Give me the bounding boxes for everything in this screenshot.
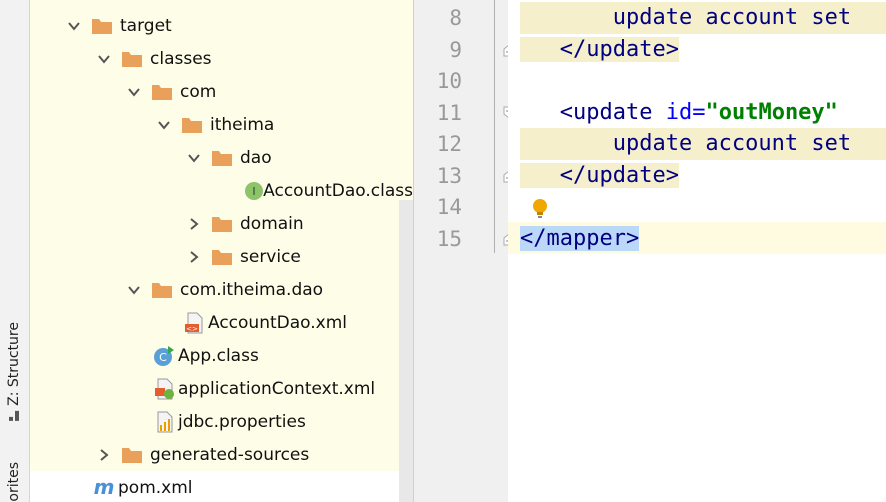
favorites-tool-tab[interactable]: orites xyxy=(3,462,25,502)
chevron-right-icon[interactable] xyxy=(187,250,201,264)
tree-item-accountdao-xml[interactable]: <> AccountDao.xml xyxy=(30,306,413,339)
class-icon: C xyxy=(153,345,175,367)
svg-text:m: m xyxy=(94,477,115,499)
folder-icon xyxy=(211,248,233,266)
tree-item-label: service xyxy=(240,246,301,267)
code-editor[interactable]: update account set </update> <update id=… xyxy=(508,0,886,502)
code-text: </mapper> xyxy=(520,226,640,251)
line-number: 12 xyxy=(436,132,462,156)
tree-item-dao[interactable]: dao xyxy=(30,141,413,174)
tree-item-com-itheima-dao[interactable]: com.itheima.dao xyxy=(30,273,413,306)
tree-scrollbar[interactable] xyxy=(399,200,413,502)
tree-item-applicationcontext-xml[interactable]: applicationContext.xml xyxy=(30,372,413,405)
code-line-15: </mapper> xyxy=(520,223,640,255)
interface-icon: I xyxy=(243,180,263,202)
code-string: "outMoney" xyxy=(705,100,838,125)
svg-text:C: C xyxy=(159,351,167,364)
tree-item-label: classes xyxy=(150,48,212,69)
code-line-13: </update> xyxy=(520,160,679,192)
folder-icon xyxy=(121,446,143,464)
maven-icon: m xyxy=(93,477,115,499)
chevron-down-icon[interactable] xyxy=(187,151,201,165)
code-text: </update> xyxy=(559,37,679,62)
code-line-9: </update> xyxy=(520,34,679,66)
tree-item-label: dao xyxy=(240,147,272,168)
structure-tab-label: Z: Structure xyxy=(6,322,22,406)
gutter-divider xyxy=(494,0,495,253)
code-line-8: update account set xyxy=(520,2,886,34)
properties-file-icon xyxy=(153,411,175,433)
spring-xml-file-icon xyxy=(153,378,175,400)
tree-item-label: generated-sources xyxy=(150,444,310,465)
favorites-tab-label: orites xyxy=(6,462,22,502)
code-text: update account set xyxy=(612,131,852,156)
folder-icon xyxy=(91,17,113,35)
chevron-right-icon[interactable] xyxy=(187,217,201,231)
tree-item-classes[interactable]: classes xyxy=(30,42,413,75)
tree-item-label: itheima xyxy=(210,114,275,135)
tree-item-label: AccountDao.xml xyxy=(208,312,347,333)
tree-item-jdbc-properties[interactable]: jdbc.properties xyxy=(30,405,413,438)
code-line-12: update account set xyxy=(520,128,886,160)
chevron-down-icon[interactable] xyxy=(127,85,141,99)
tree-item-label: com.itheima.dao xyxy=(180,279,324,300)
chevron-down-icon[interactable] xyxy=(67,19,81,33)
code-text: </update> xyxy=(559,163,679,188)
chevron-right-icon[interactable] xyxy=(97,448,111,462)
folder-icon xyxy=(211,149,233,167)
structure-icon xyxy=(8,410,20,422)
code-attr: id= xyxy=(665,100,706,125)
line-number: 9 xyxy=(449,38,462,62)
code-line-11: <update id="outMoney" xyxy=(520,97,838,129)
tree-item-accountdao-class[interactable]: I AccountDao.class xyxy=(30,174,413,207)
tree-item-generated-sources[interactable]: generated-sources xyxy=(30,438,413,471)
tree-item-app-class[interactable]: C App.class xyxy=(30,339,413,372)
svg-text:<>: <> xyxy=(186,325,198,333)
line-number: 15 xyxy=(436,227,462,251)
tool-window-strip: Z: Structure orites xyxy=(0,0,30,502)
svg-text:I: I xyxy=(252,185,255,198)
folder-icon xyxy=(211,215,233,233)
folder-icon xyxy=(121,50,143,68)
line-number: 14 xyxy=(436,195,462,219)
folder-icon xyxy=(151,281,173,299)
tree-item-label: com xyxy=(180,81,217,102)
tree-item-label: AccountDao.class xyxy=(263,180,413,201)
line-number: 8 xyxy=(449,6,462,30)
folder-icon xyxy=(151,83,173,101)
xml-file-icon: <> xyxy=(183,312,205,334)
tree-item-service[interactable]: service xyxy=(30,240,413,273)
chevron-down-icon[interactable] xyxy=(157,118,171,132)
code-text: <update xyxy=(559,100,666,125)
tree-item-label: App.class xyxy=(178,345,259,366)
tree-item-label: target xyxy=(120,15,172,36)
tree-item-domain[interactable]: domain xyxy=(30,207,413,240)
code-text: update account set xyxy=(612,5,852,30)
lightbulb-icon[interactable] xyxy=(531,198,549,220)
tree-item-target[interactable]: target xyxy=(30,9,413,42)
structure-tool-tab[interactable]: Z: Structure xyxy=(3,322,25,422)
tree-item-label: applicationContext.xml xyxy=(178,378,376,399)
tree-item-itheima[interactable]: itheima xyxy=(30,108,413,141)
chevron-down-icon[interactable] xyxy=(97,52,111,66)
tree-item-label: domain xyxy=(240,213,304,234)
project-tree: target classes com itheima dao I Account… xyxy=(30,0,413,502)
tree-item-label: jdbc.properties xyxy=(178,411,306,432)
tree-item-com[interactable]: com xyxy=(30,75,413,108)
line-number: 13 xyxy=(436,164,462,188)
editor-gutter: 8 9 10 11 12 13 14 15 xyxy=(413,0,515,502)
tree-item-label: pom.xml xyxy=(118,477,193,498)
line-number: 11 xyxy=(436,101,462,125)
chevron-down-icon[interactable] xyxy=(127,283,141,297)
folder-icon xyxy=(181,116,203,134)
tree-item-pom-xml[interactable]: m pom.xml xyxy=(30,471,413,502)
line-number: 10 xyxy=(436,69,462,93)
